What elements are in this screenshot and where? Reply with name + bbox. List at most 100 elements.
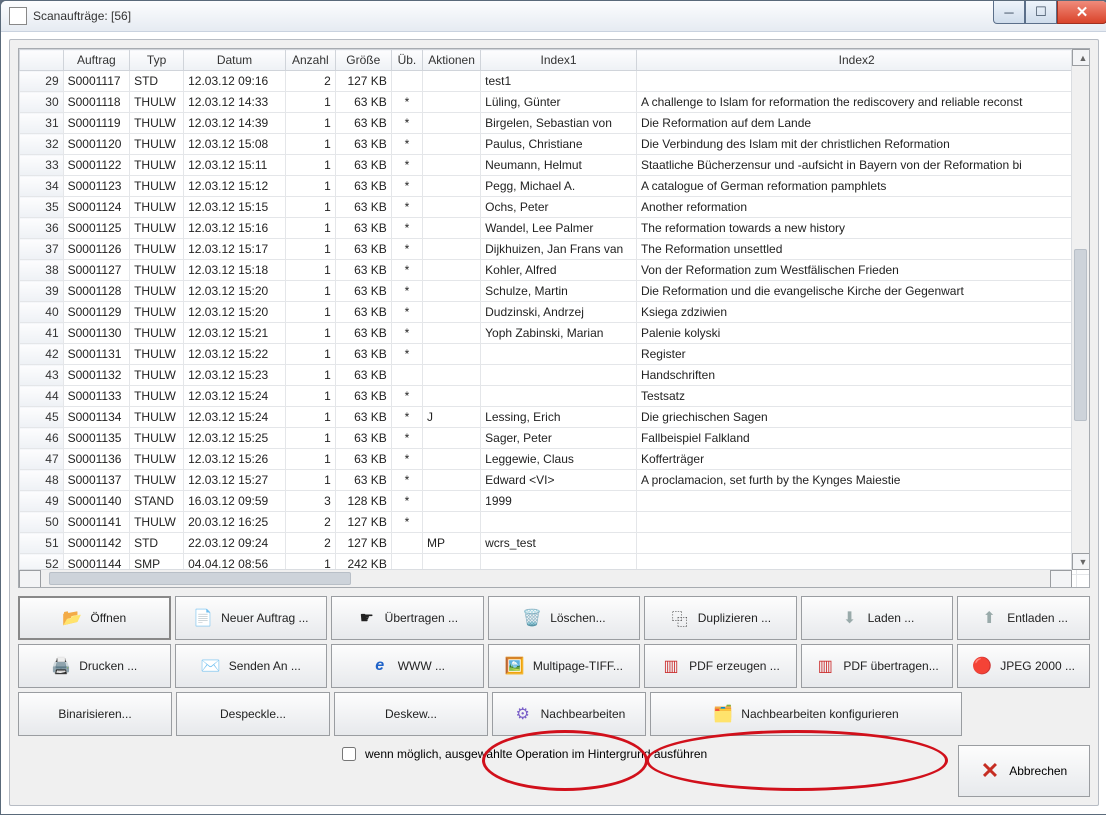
jpeg2000-button[interactable]: 🔴JPEG 2000 ...	[957, 644, 1090, 688]
table-row[interactable]: 47S0001136THULW12.03.12 15:26163 KB*Legg…	[20, 449, 1091, 470]
cell[interactable]: 42	[20, 344, 64, 365]
print-button[interactable]: 🖨️Drucken ...	[18, 644, 171, 688]
cell[interactable]	[636, 512, 1076, 533]
titlebar[interactable]: Scanaufträge: [56] ─ ☐ ✕	[1, 1, 1106, 32]
cell[interactable]: 2	[285, 512, 335, 533]
column-header[interactable]	[20, 50, 64, 71]
column-header[interactable]: Üb.	[391, 50, 422, 71]
cell[interactable]: 63 KB	[335, 176, 391, 197]
cell[interactable]	[391, 533, 422, 554]
scroll-thumb[interactable]	[1074, 249, 1087, 421]
table-row[interactable]: 41S0001130THULW12.03.12 15:21163 KB*Yoph…	[20, 323, 1091, 344]
cell[interactable]: S0001120	[63, 134, 129, 155]
cell[interactable]: 12.03.12 15:21	[184, 323, 286, 344]
cell[interactable]: 49	[20, 491, 64, 512]
cell[interactable]: S0001136	[63, 449, 129, 470]
cell[interactable]	[422, 365, 480, 386]
cell[interactable]: 36	[20, 218, 64, 239]
cell[interactable]	[422, 134, 480, 155]
cell[interactable]: THULW	[130, 470, 184, 491]
cell[interactable]: 63 KB	[335, 260, 391, 281]
cell[interactable]: S0001140	[63, 491, 129, 512]
scroll-up-icon[interactable]: ▲	[1072, 49, 1090, 66]
table-row[interactable]: 33S0001122THULW12.03.12 15:11163 KB*Neum…	[20, 155, 1091, 176]
cell[interactable]: Kohler, Alfred	[481, 260, 637, 281]
table-row[interactable]: 37S0001126THULW12.03.12 15:17163 KB*Dijk…	[20, 239, 1091, 260]
cell[interactable]: *	[391, 302, 422, 323]
cell[interactable]: Kofferträger	[636, 449, 1076, 470]
cell[interactable]: *	[391, 218, 422, 239]
cell[interactable]	[422, 218, 480, 239]
cell[interactable]	[422, 239, 480, 260]
cell[interactable]	[1077, 575, 1090, 589]
column-header[interactable]: Anzahl	[285, 50, 335, 71]
cell[interactable]: S0001137	[63, 470, 129, 491]
cell[interactable]: *	[391, 428, 422, 449]
cell[interactable]: Dijkhuizen, Jan Frans van	[481, 239, 637, 260]
table-row[interactable]: 40S0001129THULW12.03.12 15:20163 KB*Dudz…	[20, 302, 1091, 323]
cell[interactable]: 1999	[481, 491, 637, 512]
cell[interactable]: S0001129	[63, 302, 129, 323]
cell[interactable]: S0001126	[63, 239, 129, 260]
cell[interactable]	[481, 344, 637, 365]
cell[interactable]: A catalogue of German reformation pamphl…	[636, 176, 1076, 197]
cell[interactable]: THULW	[130, 365, 184, 386]
cell[interactable]: Ksiega zdziwien	[636, 302, 1076, 323]
cell[interactable]	[422, 155, 480, 176]
table-row[interactable]: 31S0001119THULW12.03.12 14:39163 KB*Birg…	[20, 113, 1091, 134]
table-row[interactable]: 30S0001118THULW12.03.12 14:33163 KB*Lüli…	[20, 92, 1091, 113]
table-row[interactable]: 38S0001127THULW12.03.12 15:18163 KB*Kohl…	[20, 260, 1091, 281]
table-row[interactable]: 35S0001124THULW12.03.12 15:15163 KB*Ochs…	[20, 197, 1091, 218]
cell[interactable]: S0001132	[63, 365, 129, 386]
cell[interactable]: 38	[20, 260, 64, 281]
cell[interactable]: 63 KB	[335, 197, 391, 218]
cell[interactable]: 12.03.12 15:12	[184, 176, 286, 197]
cell[interactable]: Leggewie, Claus	[481, 449, 637, 470]
cell[interactable]: 31	[20, 113, 64, 134]
cell[interactable]: S0001141	[63, 512, 129, 533]
table-row[interactable]: 46S0001135THULW12.03.12 15:25163 KB*Sage…	[20, 428, 1091, 449]
cell[interactable]: 127 KB	[335, 71, 391, 92]
cell[interactable]	[422, 449, 480, 470]
cell[interactable]: 12.03.12 15:26	[184, 449, 286, 470]
cell[interactable]: 63 KB	[335, 449, 391, 470]
cell[interactable]: 46	[20, 428, 64, 449]
cell[interactable]: The reformation towards a new history	[636, 218, 1076, 239]
cell[interactable]: wcrs_test	[481, 533, 637, 554]
cell[interactable]	[422, 92, 480, 113]
cell[interactable]: 1	[285, 134, 335, 155]
cell[interactable]: S0001128	[63, 281, 129, 302]
cell[interactable]: 12.03.12 15:15	[184, 197, 286, 218]
table-row[interactable]: 34S0001123THULW12.03.12 15:12163 KB*Pegg…	[20, 176, 1091, 197]
cell[interactable]: 22.03.12 09:24	[184, 533, 286, 554]
cell[interactable]: 1	[285, 449, 335, 470]
cell[interactable]: A proclamacion, set furth by the Kynges …	[636, 470, 1076, 491]
cell[interactable]	[422, 281, 480, 302]
cell[interactable]: Edward <VI>	[481, 470, 637, 491]
scroll-left-icon[interactable]: ◀	[19, 570, 41, 588]
new-job-button[interactable]: 📄Neuer Auftrag ...	[175, 596, 328, 640]
cell[interactable]	[422, 428, 480, 449]
cancel-button[interactable]: ✕ Abbrechen	[958, 745, 1090, 797]
cell[interactable]: 1	[285, 407, 335, 428]
www-button[interactable]: eWWW ...	[331, 644, 484, 688]
table-row[interactable]: 43S0001132THULW12.03.12 15:23163 KBHands…	[20, 365, 1091, 386]
cell[interactable]: S0001124	[63, 197, 129, 218]
cell[interactable]	[636, 491, 1076, 512]
cell[interactable]: 12.03.12 15:24	[184, 407, 286, 428]
cell[interactable]: 12.03.12 15:24	[184, 386, 286, 407]
cell[interactable]: 12.03.12 15:25	[184, 428, 286, 449]
cell[interactable]	[422, 323, 480, 344]
cell[interactable]: 47	[20, 449, 64, 470]
cell[interactable]: 63 KB	[335, 428, 391, 449]
cell[interactable]: *	[391, 449, 422, 470]
cell[interactable]: 40	[20, 302, 64, 323]
send-to-button[interactable]: ✉️Senden An ...	[175, 644, 328, 688]
cell[interactable]: *	[391, 134, 422, 155]
table-row[interactable]: 36S0001125THULW12.03.12 15:16163 KB*Wand…	[20, 218, 1091, 239]
cell[interactable]: 1	[285, 260, 335, 281]
cell[interactable]: STAND	[130, 491, 184, 512]
cell[interactable]: 1	[285, 155, 335, 176]
table-row[interactable]: 29S0001117STD12.03.12 09:162127 KBtest1	[20, 71, 1091, 92]
cell[interactable]: 45	[20, 407, 64, 428]
